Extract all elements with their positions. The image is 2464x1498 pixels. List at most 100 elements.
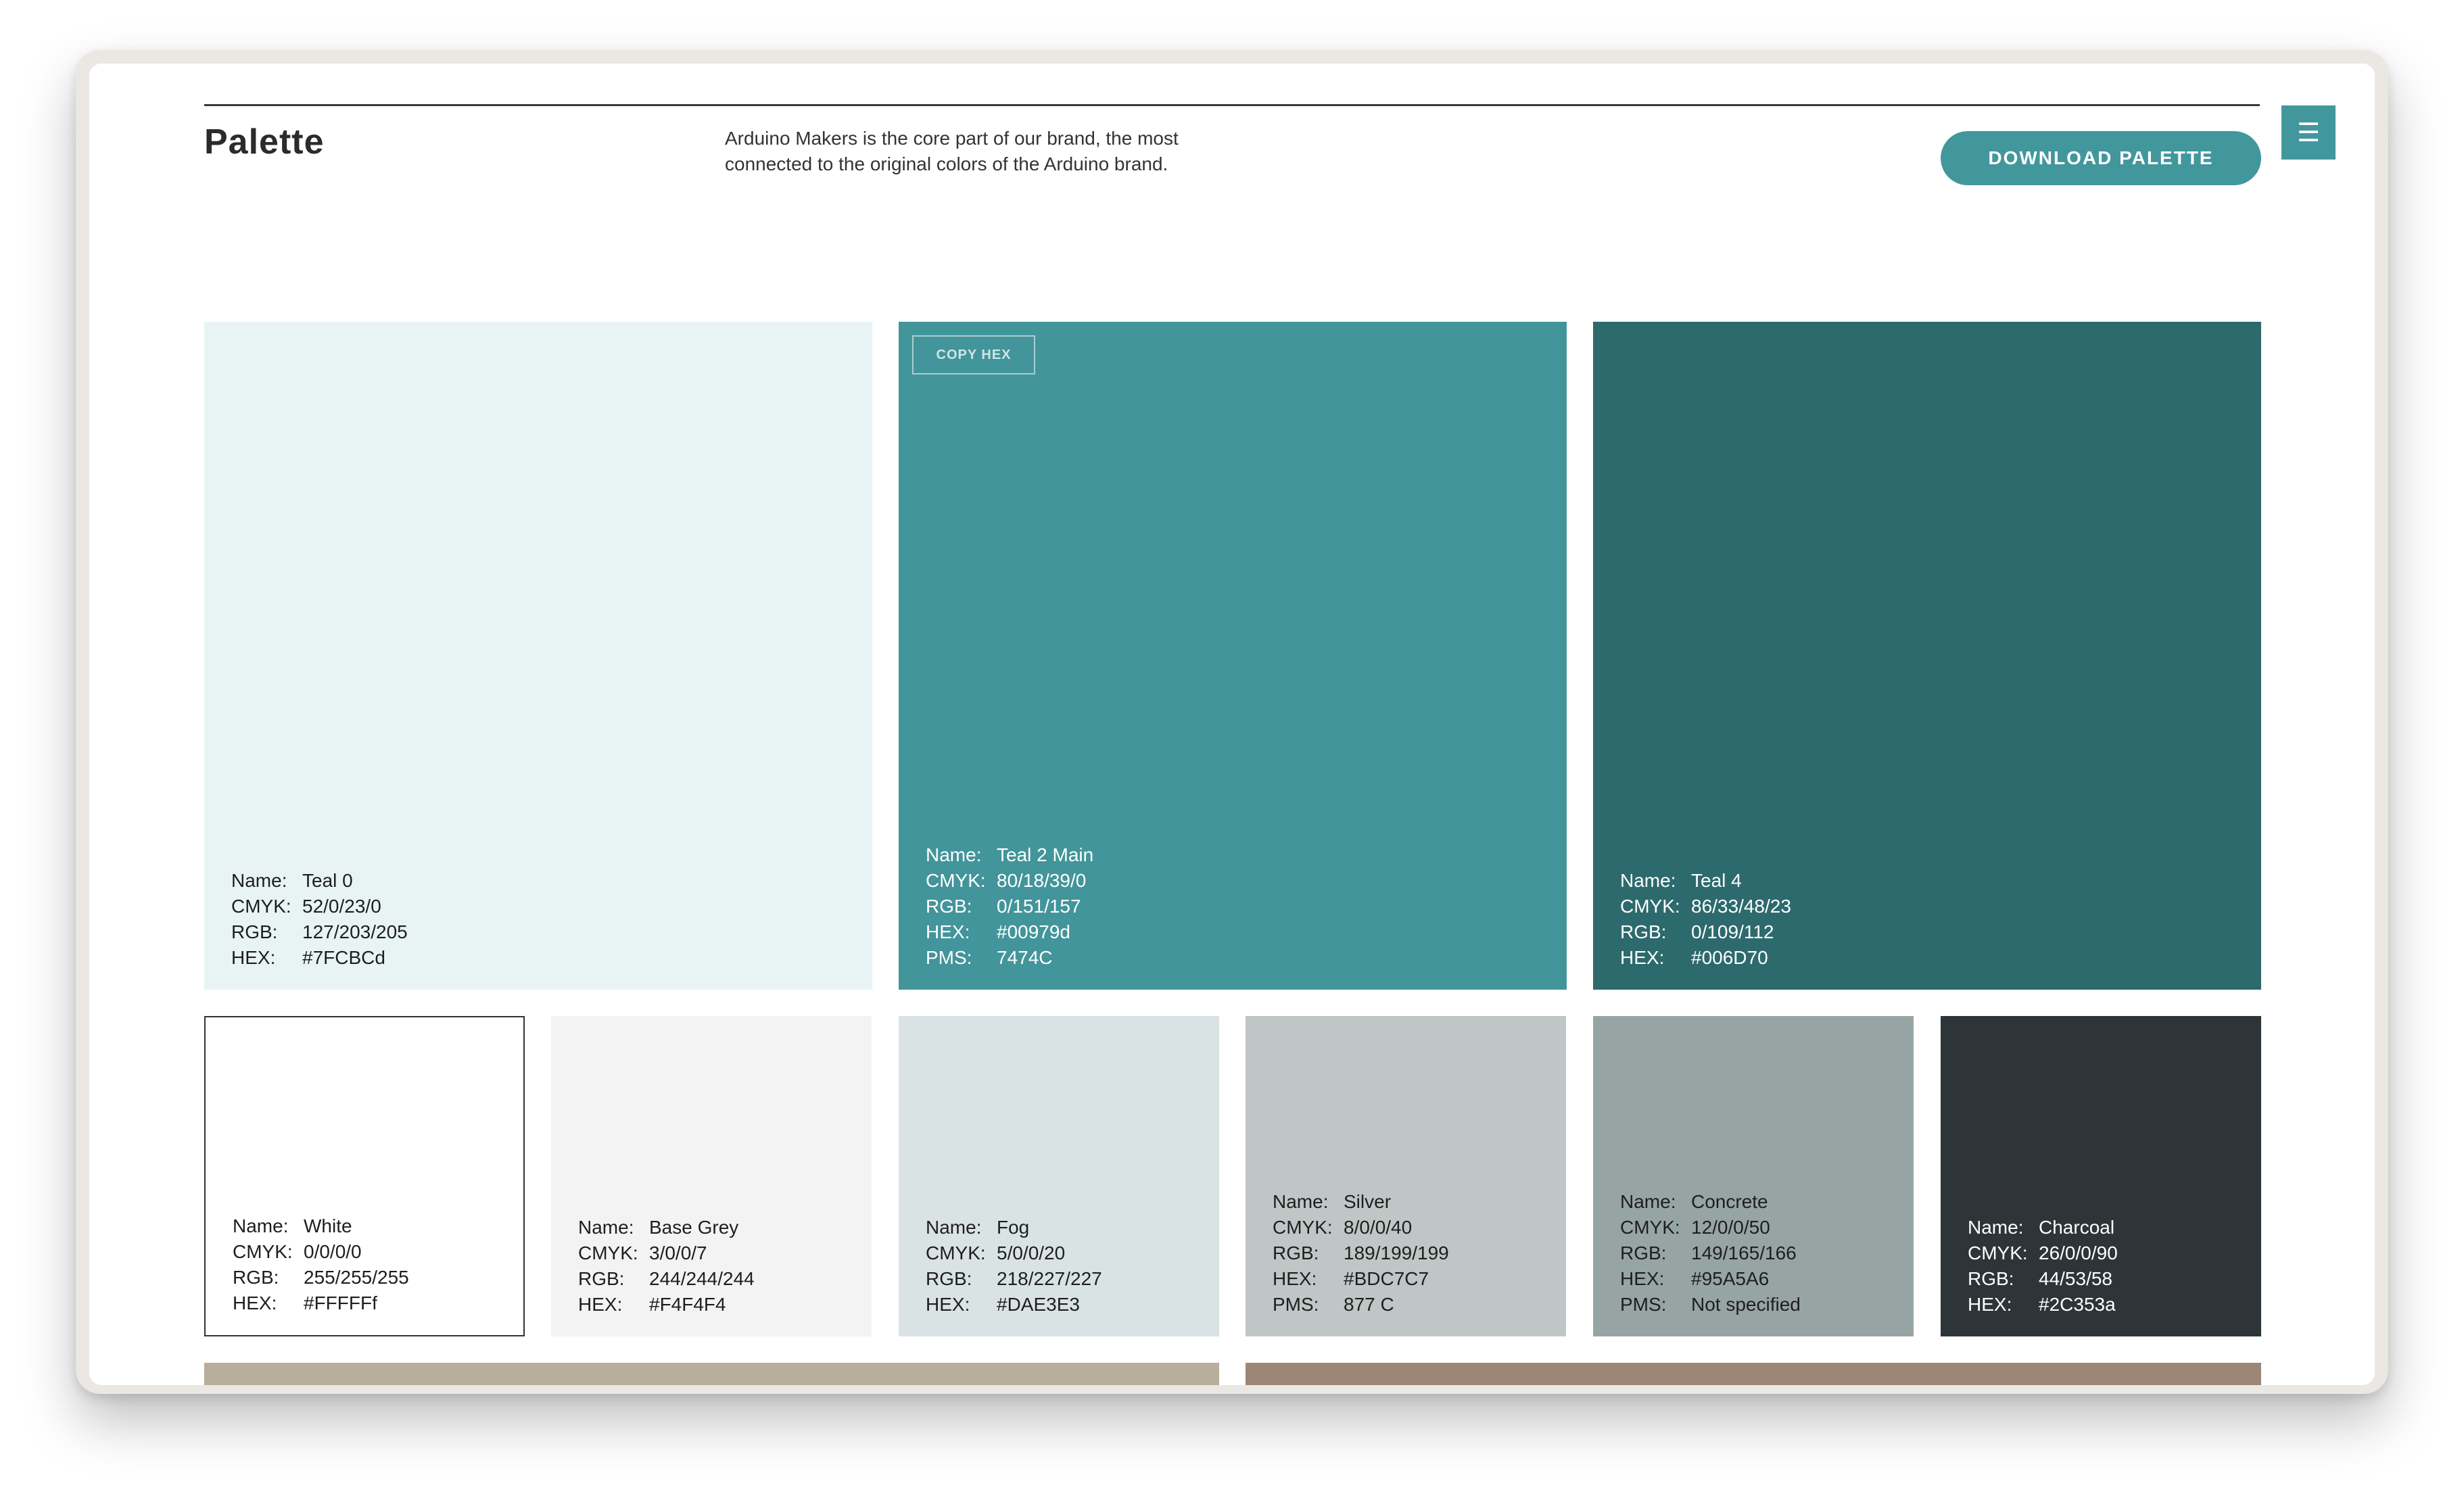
color-rgb: 255/255/255: [304, 1267, 409, 1288]
name-label: Name:: [926, 844, 982, 865]
swatch-white[interactable]: Name: White CMYK: 0/0/0/0 RGB: 255/255/255 …: [204, 1016, 525, 1336]
name-label: Name:: [1620, 870, 1676, 891]
cmyk-label: CMYK:: [926, 1242, 986, 1263]
menu-button[interactable]: ☰: [2281, 105, 2336, 160]
color-cmyk: 0/0/0/0: [304, 1241, 362, 1262]
cmyk-label: CMYK:: [231, 896, 291, 917]
color-pms: Not specified: [1691, 1294, 1801, 1315]
swatch-info: Name: Charcoal CMYK: 26/0/0/90 RGB: 44/53/5…: [1968, 1215, 2118, 1318]
rgb-label: RGB:: [231, 921, 278, 942]
color-hex: #7FCBCd: [302, 947, 385, 968]
name-label: Name:: [231, 870, 287, 891]
name-label: Name:: [1968, 1217, 2024, 1238]
pms-label: PMS:: [926, 947, 972, 968]
color-hex: #95A5A6: [1691, 1268, 1770, 1289]
color-name: Teal 4: [1691, 870, 1742, 891]
color-cmyk: 3/0/0/7: [649, 1242, 707, 1263]
color-hex: #DAE3E3: [997, 1294, 1080, 1315]
color-rgb: 127/203/205: [302, 921, 408, 942]
rgb-label: RGB:: [926, 896, 972, 917]
rgb-label: RGB:: [1968, 1268, 2014, 1289]
pms-label: PMS:: [1273, 1294, 1319, 1315]
color-name: Charcoal: [2039, 1217, 2115, 1238]
color-hex: #F4F4F4: [649, 1294, 726, 1315]
hamburger-menu-icon: ☰: [2296, 118, 2321, 147]
swatch-info: Name: Teal 4 CMYK: 86/33/48/23 RGB: 0/109/1…: [1620, 868, 1791, 971]
color-cmyk: 86/33/48/23: [1691, 896, 1791, 917]
palette-page: Palette Arduino Makers is the core part …: [89, 64, 2375, 1385]
color-rgb: 189/199/199: [1344, 1242, 1449, 1263]
swatch-info: Name: Teal 0 CMYK: 52/0/23/0 RGB: 127/203/2…: [231, 868, 408, 971]
header-divider: [204, 104, 2260, 106]
swatch-teal-2-main[interactable]: COPY HEX Name: Teal 2 Main CMYK: 80/18/39/…: [899, 322, 1567, 990]
hex-label: HEX:: [926, 1294, 970, 1315]
swatch-brown[interactable]: [1246, 1363, 2261, 1385]
hex-label: HEX:: [1620, 1268, 1665, 1289]
swatch-charcoal[interactable]: Name: Charcoal CMYK: 26/0/0/90 RGB: 44/53/5…: [1941, 1016, 2261, 1336]
swatch-base-grey[interactable]: Name: Base Grey CMYK: 3/0/0/7 RGB: 244/244/…: [551, 1016, 872, 1336]
color-hex: #006D70: [1691, 947, 1768, 968]
swatch-concrete[interactable]: Name: Concrete CMYK: 12/0/0/50 RGB: 149/165…: [1593, 1016, 1914, 1336]
color-rgb: 244/244/244: [649, 1268, 755, 1289]
rgb-label: RGB:: [233, 1267, 279, 1288]
swatch-fog[interactable]: Name: Fog CMYK: 5/0/0/20 RGB: 218/227/227 H…: [899, 1016, 1219, 1336]
swatch-silver[interactable]: Name: Silver CMYK: 8/0/0/40 RGB: 189/199/19…: [1246, 1016, 1566, 1336]
color-name: Fog: [997, 1217, 1030, 1238]
color-rgb: 218/227/227: [997, 1268, 1102, 1289]
name-label: Name:: [1273, 1191, 1329, 1212]
color-cmyk: 26/0/0/90: [2039, 1242, 2118, 1263]
pms-label: PMS:: [1620, 1294, 1667, 1315]
swatch-tan[interactable]: [204, 1363, 1219, 1385]
name-label: Name:: [233, 1215, 289, 1236]
page-description: Arduino Makers is the core part of our b…: [725, 128, 1179, 174]
color-cmyk: 5/0/0/20: [997, 1242, 1066, 1263]
rgb-label: RGB:: [1273, 1242, 1319, 1263]
color-cmyk: 12/0/0/50: [1691, 1217, 1770, 1238]
name-label: Name:: [926, 1217, 982, 1238]
rgb-label: RGB:: [1620, 921, 1667, 942]
color-rgb: 44/53/58: [2039, 1268, 2112, 1289]
swatch-teal-4[interactable]: Name: Teal 4 CMYK: 86/33/48/23 RGB: 0/109/1…: [1593, 322, 2261, 990]
color-cmyk: 8/0/0/40: [1344, 1217, 1413, 1238]
color-hex: #FFFFFf: [304, 1292, 377, 1313]
color-name: Concrete: [1691, 1191, 1768, 1212]
rgb-label: RGB:: [1620, 1242, 1667, 1263]
hex-label: HEX:: [1620, 947, 1665, 968]
cmyk-label: CMYK:: [578, 1242, 638, 1263]
color-hex: #2C353a: [2039, 1294, 2116, 1315]
color-name: Teal 2 Main: [997, 844, 1094, 865]
color-rgb: 149/165/166: [1691, 1242, 1797, 1263]
swatch-info: Name: Concrete CMYK: 12/0/0/50 RGB: 149/165…: [1620, 1189, 1801, 1318]
swatch-info: Name: Silver CMYK: 8/0/0/40 RGB: 189/199/19…: [1273, 1189, 1449, 1318]
swatch-teal-0[interactable]: Name: Teal 0 CMYK: 52/0/23/0 RGB: 127/203/2…: [204, 322, 872, 990]
color-name: Silver: [1344, 1191, 1392, 1212]
cmyk-label: CMYK:: [1968, 1242, 2028, 1263]
color-cmyk: 52/0/23/0: [302, 896, 381, 917]
swatch-info: Name: Fog CMYK: 5/0/0/20 RGB: 218/227/227 H…: [926, 1215, 1102, 1318]
hex-label: HEX:: [578, 1294, 623, 1315]
name-label: Name:: [578, 1217, 634, 1238]
hex-label: HEX:: [926, 921, 970, 942]
color-rgb: 0/151/157: [997, 896, 1081, 917]
copy-hex-button[interactable]: COPY HEX: [912, 335, 1035, 374]
color-name: Base Grey: [649, 1217, 739, 1238]
swatch-info: Name: White CMYK: 0/0/0/0 RGB: 255/255/255 …: [233, 1213, 409, 1316]
swatch-info: Name: Base Grey CMYK: 3/0/0/7 RGB: 244/244/…: [578, 1215, 755, 1318]
color-name: White: [304, 1215, 352, 1236]
cmyk-label: CMYK:: [1620, 896, 1680, 917]
color-rgb: 0/109/112: [1691, 921, 1774, 942]
hex-label: HEX:: [233, 1292, 277, 1313]
color-name: Teal 0: [302, 870, 353, 891]
color-hex: #00979d: [997, 921, 1071, 942]
hex-label: HEX:: [1968, 1294, 2012, 1315]
download-palette-button[interactable]: DOWNLOAD PALETTE: [1941, 131, 2261, 185]
cmyk-label: CMYK:: [1620, 1217, 1680, 1238]
rgb-label: RGB:: [578, 1268, 625, 1289]
hex-label: HEX:: [1273, 1268, 1317, 1289]
color-pms: 877 C: [1344, 1294, 1394, 1315]
rgb-label: RGB:: [926, 1268, 972, 1289]
name-label: Name:: [1620, 1191, 1676, 1212]
cmyk-label: CMYK:: [926, 870, 986, 891]
color-hex: #BDC7C7: [1344, 1268, 1429, 1289]
color-pms: 7474C: [997, 947, 1053, 968]
